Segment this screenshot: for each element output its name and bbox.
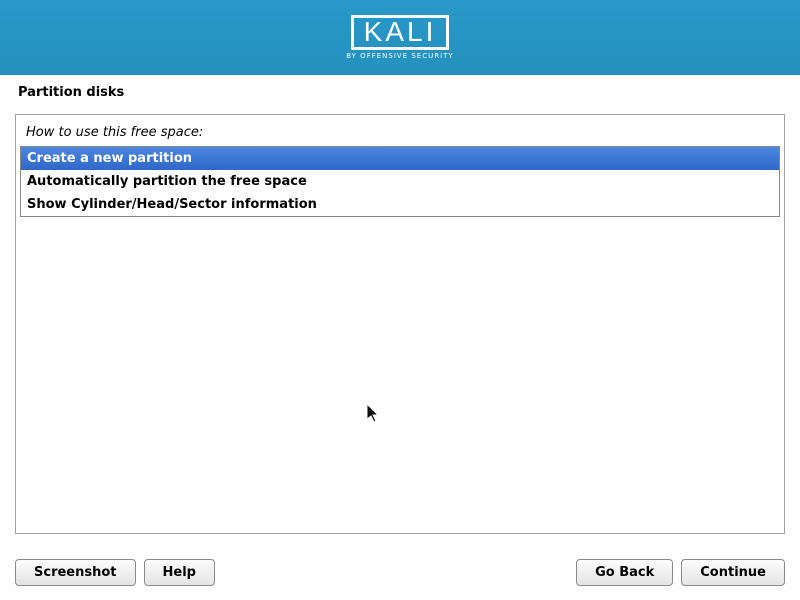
continue-button[interactable]: Continue [681,559,785,586]
page-title: Partition disks [0,75,800,108]
option-create-new-partition[interactable]: Create a new partition [21,147,779,170]
screenshot-button[interactable]: Screenshot [15,559,136,586]
help-button[interactable]: Help [144,559,215,586]
option-auto-partition[interactable]: Automatically partition the free space [21,170,779,193]
footer-button-bar: Screenshot Help Go Back Continue [15,559,785,586]
option-show-chs-info[interactable]: Show Cylinder/Head/Sector information [21,193,779,216]
logo-subtitle: BY OFFENSIVE SECURITY [346,52,453,60]
option-list: Create a new partition Automatically par… [20,146,780,217]
main-panel: How to use this free space: Create a new… [15,114,785,534]
go-back-button[interactable]: Go Back [576,559,673,586]
logo-text: KALI [364,18,437,46]
prompt-text: How to use this free space: [16,115,784,146]
header-banner: KALI BY OFFENSIVE SECURITY [0,0,800,75]
kali-logo: KALI BY OFFENSIVE SECURITY [346,15,453,60]
